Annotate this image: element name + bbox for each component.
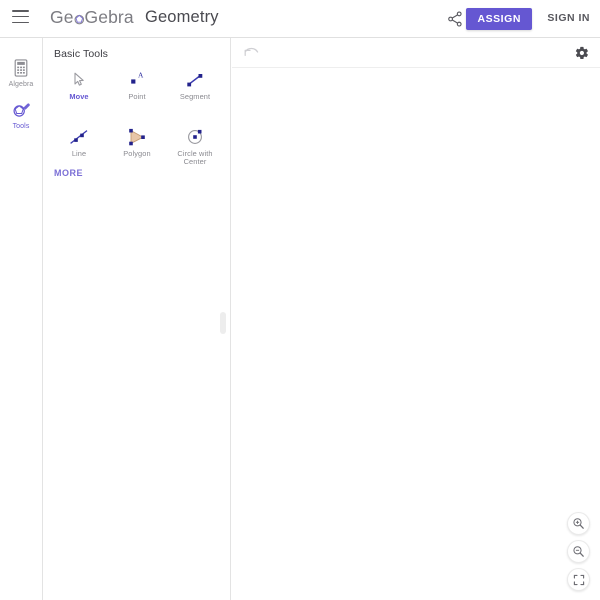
segment-icon (166, 68, 224, 92)
tools-icon (0, 99, 42, 121)
canvas-region (232, 38, 600, 600)
rail-item-label: Tools (12, 123, 30, 130)
zoom-out-icon (573, 546, 584, 557)
panel-heading: Basic Tools (54, 48, 109, 60)
tool-label: Circle with Center (177, 148, 213, 167)
fit-to-screen-button[interactable] (567, 568, 590, 591)
rail-item-tools[interactable]: Tools (0, 99, 42, 130)
polygon-icon (108, 125, 166, 149)
geogebra-logo[interactable]: Ge Gebra (50, 7, 134, 28)
hamburger-menu-icon[interactable] (12, 10, 32, 28)
more-tools-button[interactable]: MORE (54, 168, 83, 178)
brand-text-part1: Ge (50, 7, 74, 27)
canvas-toolbar (232, 38, 600, 68)
point-icon: A (108, 68, 166, 92)
rail-item-algebra[interactable]: Algebra (0, 57, 42, 88)
page-title: Geometry (145, 8, 219, 26)
tool-label: Move (69, 92, 89, 101)
sign-in-button[interactable]: SIGN IN (547, 12, 590, 24)
circle-with-center-icon (166, 125, 224, 149)
tool-polygon[interactable]: Polygon (108, 121, 166, 172)
tool-label: Polygon (123, 148, 151, 158)
tool-label: Segment (179, 92, 211, 101)
calculator-icon (0, 57, 42, 79)
tool-label: Point (128, 92, 146, 101)
tool-grid: Move A Point Segment Line Polygon Circle… (50, 64, 224, 172)
tool-row: Line Polygon Circle with Center (50, 121, 224, 172)
zoom-controls (567, 512, 590, 591)
hamburger-bar (12, 15, 29, 18)
hamburger-bar (12, 10, 29, 12)
hamburger-bar (12, 21, 29, 24)
tool-segment[interactable]: Segment (166, 64, 224, 107)
tool-move[interactable]: Move (50, 64, 108, 107)
tool-circle-with-center[interactable]: Circle with Center (166, 121, 224, 172)
zoom-in-button[interactable] (567, 512, 590, 535)
svg-text:A: A (138, 71, 144, 80)
line-icon (50, 125, 108, 149)
tool-line[interactable]: Line (50, 121, 108, 172)
geogebra-app: Ge Gebra Geometry ASSIGN SIGN IN Algebra… (0, 0, 600, 600)
geometry-canvas[interactable] (232, 68, 600, 600)
tool-point[interactable]: A Point (108, 64, 166, 107)
panel-resize-handle[interactable] (220, 312, 226, 334)
rail-item-label: Algebra (8, 81, 34, 88)
tool-label: Line (71, 148, 87, 158)
assign-button[interactable]: ASSIGN (466, 8, 532, 30)
app-header: Ge Gebra Geometry ASSIGN SIGN IN (0, 0, 600, 38)
tools-panel: Basic Tools Move A Point Segment Line Po… (43, 38, 231, 600)
share-icon[interactable] (445, 9, 465, 29)
zoom-in-icon (573, 518, 584, 529)
gear-icon[interactable] (573, 45, 589, 61)
left-rail: Algebra Tools (0, 38, 43, 600)
cursor-arrow-icon (50, 68, 108, 92)
brand-text-part2: Gebra (84, 7, 134, 27)
zoom-out-button[interactable] (567, 540, 590, 563)
undo-arrow-icon[interactable] (243, 45, 261, 61)
tool-row: Move A Point Segment (50, 64, 224, 107)
fit-to-screen-icon (573, 574, 584, 585)
